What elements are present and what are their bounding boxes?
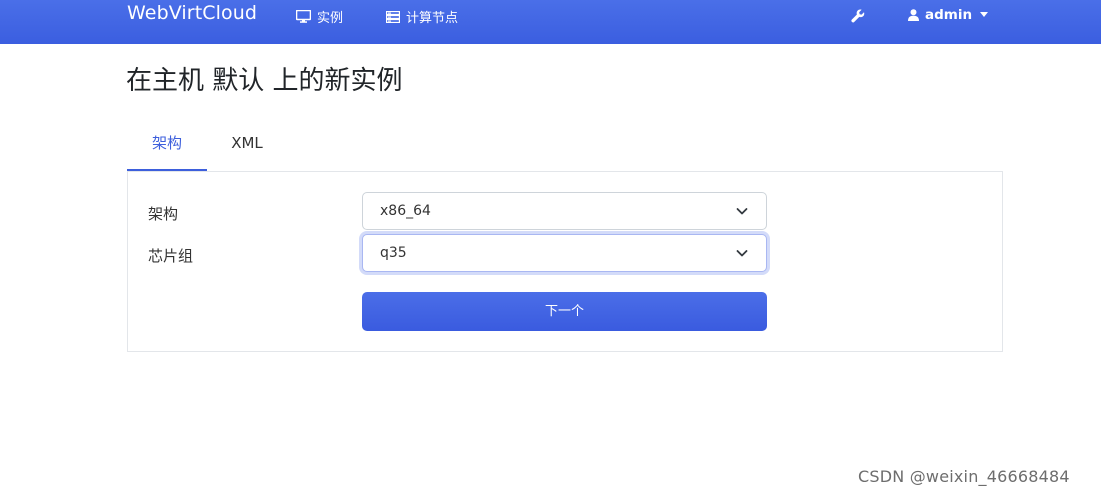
page-title: 在主机 默认 上的新实例	[126, 66, 403, 96]
caret-down-icon	[980, 11, 989, 17]
user-menu[interactable]: admin	[908, 7, 989, 23]
chevron-down-icon	[736, 250, 748, 257]
watermark-text: CSDN @weixin_46668484	[858, 467, 1070, 486]
next-button[interactable]: 下一个	[362, 292, 767, 331]
arch-select-value: x86_64	[380, 203, 431, 219]
arch-label: 架构	[148, 205, 179, 223]
top-navbar: WebVirtCloud 实例 计算节点 admin	[0, 0, 1101, 44]
chevron-down-icon	[736, 208, 748, 215]
chipset-label: 芯片组	[148, 247, 194, 265]
brand-link[interactable]: WebVirtCloud	[127, 2, 257, 24]
chipset-select[interactable]: q35	[362, 234, 767, 272]
monitor-icon	[296, 10, 311, 23]
user-icon	[908, 9, 919, 21]
chipset-select-value: q35	[380, 245, 407, 261]
wrench-icon	[851, 9, 865, 23]
tab-xml[interactable]: XML	[207, 124, 287, 171]
server-icon	[386, 10, 400, 23]
nav-instances[interactable]: 实例	[296, 7, 343, 26]
arch-select[interactable]: x86_64	[362, 192, 767, 230]
nav-instances-label: 实例	[317, 11, 344, 26]
user-name: admin	[925, 7, 973, 23]
tab-bar: 架构 XML	[127, 124, 1002, 171]
tab-architecture[interactable]: 架构	[127, 124, 207, 171]
nav-computes-label: 计算节点	[406, 11, 459, 26]
settings-tool-button[interactable]	[851, 9, 871, 23]
nav-computes[interactable]: 计算节点	[386, 7, 458, 26]
